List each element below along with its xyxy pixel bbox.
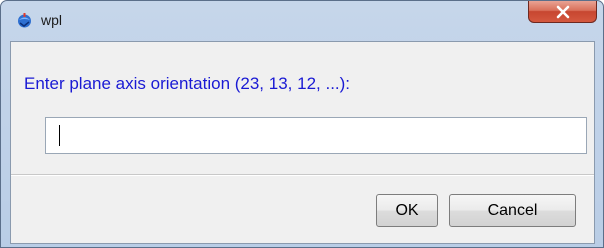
ok-button[interactable]: OK xyxy=(376,194,438,227)
cancel-button[interactable]: Cancel xyxy=(449,194,576,227)
orientation-input[interactable] xyxy=(45,117,587,154)
close-button[interactable] xyxy=(528,1,597,23)
dialog-content: Enter plane axis orientation (23, 13, 12… xyxy=(10,41,595,244)
window-title: wpl xyxy=(41,12,63,28)
dialog-window: wpl Enter plane axis orientation (23, 13… xyxy=(0,0,604,248)
app-icon xyxy=(16,12,33,29)
title-bar[interactable]: wpl xyxy=(1,1,603,41)
close-icon xyxy=(555,5,571,19)
prompt-label: Enter plane axis orientation (23, 13, 12… xyxy=(24,74,351,93)
text-caret xyxy=(59,125,60,146)
separator-highlight xyxy=(11,175,594,176)
